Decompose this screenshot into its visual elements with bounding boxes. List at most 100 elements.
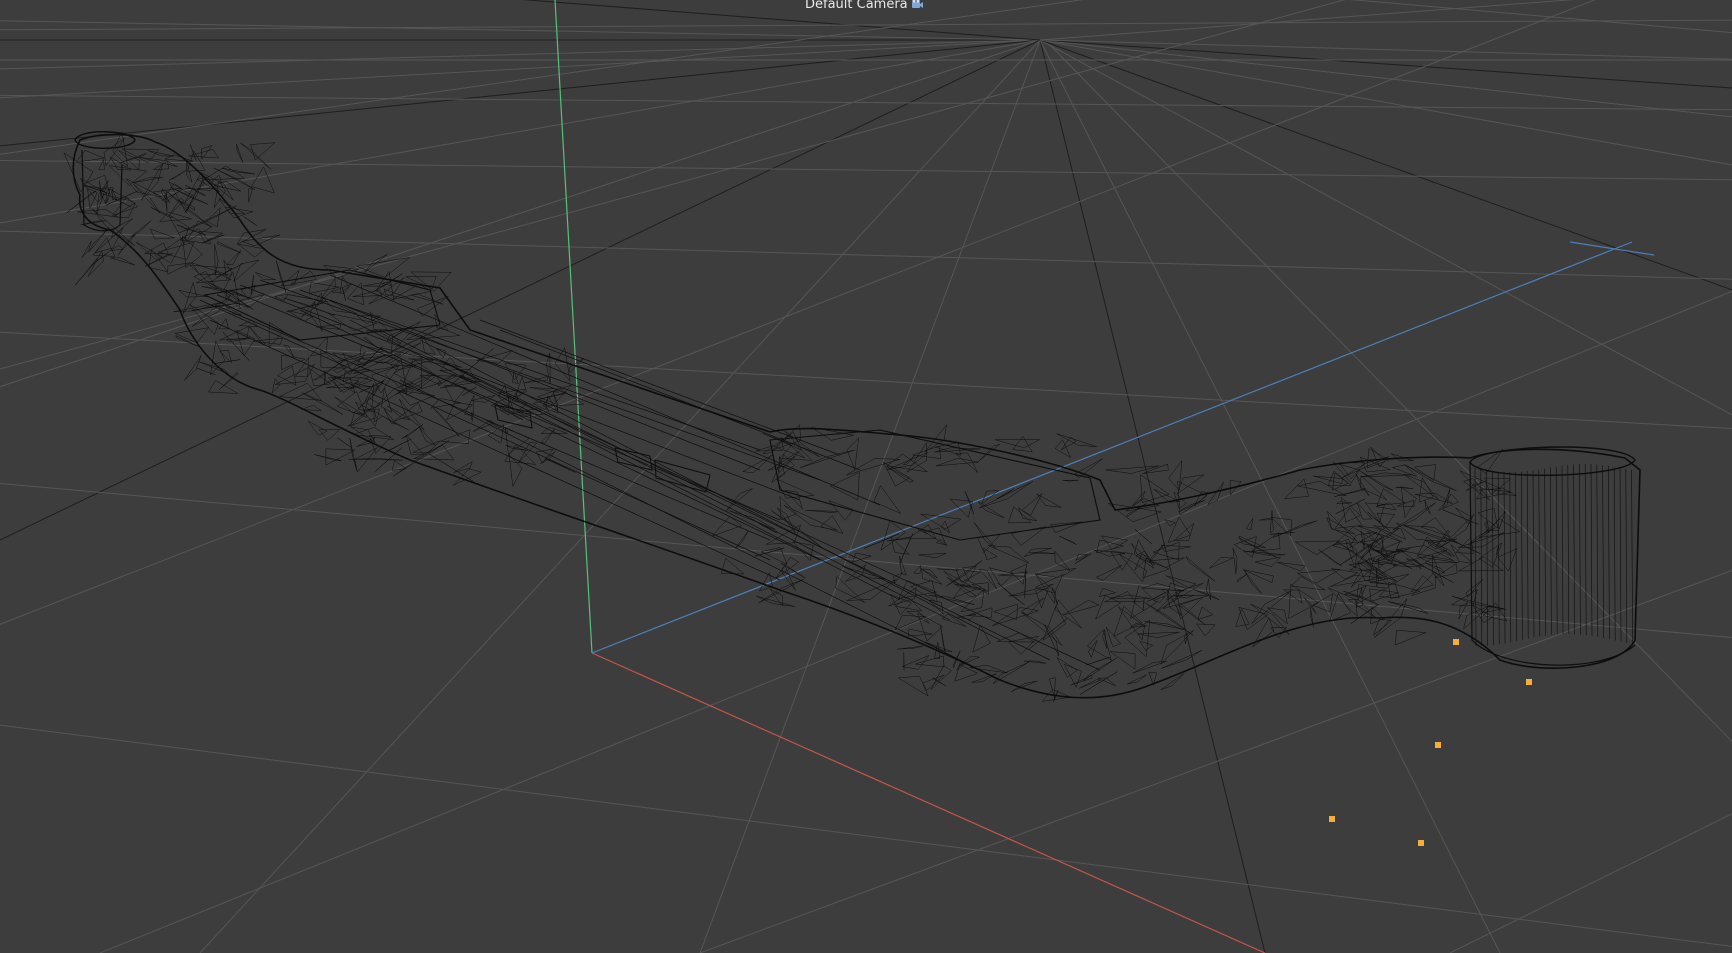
mesh-triangle (1497, 548, 1518, 572)
point-handle[interactable] (1526, 679, 1532, 685)
mesh-triangle (1336, 541, 1387, 577)
mesh-triangle (339, 275, 349, 294)
point-handle[interactable] (1418, 840, 1424, 846)
cylinder-edge (1625, 468, 1628, 643)
mesh-edge (209, 319, 781, 581)
viewport-scene[interactable] (0, 0, 1732, 953)
3d-viewport[interactable]: Default Camera (0, 0, 1732, 953)
camera-selector[interactable]: Default Camera (805, 0, 924, 13)
mesh-edge (439, 359, 1051, 661)
mesh-triangle (1161, 649, 1203, 669)
mesh-triangle (147, 150, 175, 157)
mesh-triangle (1086, 629, 1112, 661)
mesh-triangle (251, 166, 275, 194)
mesh-triangle (1056, 656, 1078, 678)
mesh-triangle (1008, 506, 1032, 524)
point-handle[interactable] (1329, 816, 1335, 822)
mesh-triangle (820, 515, 844, 535)
mesh-triangle (255, 272, 276, 281)
mesh-edge (399, 379, 1001, 681)
mesh-triangle (1173, 522, 1195, 541)
mesh-triangle (1269, 510, 1274, 534)
mesh-triangle (90, 251, 109, 267)
mesh-triangle (921, 568, 943, 585)
mesh-triangle (236, 143, 244, 163)
grid-line (1039, 39, 1732, 416)
grid-line (1049, 44, 1732, 743)
mesh-edge (299, 309, 821, 561)
mesh-triangle (1165, 575, 1197, 588)
point-handle[interactable] (1453, 639, 1459, 645)
mesh-triangle (1132, 661, 1167, 674)
mesh-triangle (1082, 657, 1117, 682)
x-axis-line (591, 652, 1266, 953)
mesh-triangle (1412, 559, 1454, 583)
mesh-triangle (75, 150, 106, 163)
mesh-triangle (758, 571, 773, 592)
mesh-silhouette (72, 133, 1641, 699)
grid-line (0, 39, 1041, 70)
mesh-triangle (1471, 604, 1494, 624)
mesh-triangle (221, 167, 255, 175)
mesh-triangle (219, 350, 233, 364)
mesh-triangle (130, 220, 152, 237)
mesh-triangle (886, 453, 928, 473)
mesh-triangle (1196, 623, 1216, 637)
cylinder-edge (1584, 464, 1587, 636)
mesh-triangle (1334, 507, 1363, 529)
grid-line (1039, 39, 1732, 89)
mesh-triangle (1238, 537, 1279, 559)
mesh-triangle (846, 437, 860, 470)
mesh-triangle (992, 607, 1039, 626)
mesh-triangle (214, 359, 241, 364)
mesh-edge (229, 289, 781, 521)
mesh-triangle (982, 547, 998, 561)
mesh-triangle (87, 188, 98, 210)
mesh-triangle (997, 582, 1025, 606)
mesh-triangle (352, 289, 382, 298)
mesh-triangle (1317, 548, 1342, 567)
mesh-triangle (846, 458, 900, 476)
mesh-triangle (1017, 507, 1038, 522)
mesh-triangle (383, 408, 397, 425)
cylinder-edge (1631, 469, 1633, 644)
mesh-triangle (1296, 569, 1341, 584)
mesh-triangle (792, 541, 814, 561)
cylinder-edge (1602, 465, 1604, 639)
mesh-triangle (907, 628, 933, 637)
mesh-triangle (805, 509, 838, 514)
mesh-triangle (368, 277, 405, 305)
mesh-triangle (419, 427, 436, 446)
grid-line (0, 94, 1732, 111)
mesh-triangle (250, 142, 276, 161)
camera-name: Default Camera (805, 0, 908, 12)
wireframe-mesh[interactable] (63, 130, 1641, 703)
mesh-triangle (1283, 478, 1310, 500)
mesh-triangle (353, 427, 394, 440)
mesh-triangle (1051, 587, 1059, 606)
mesh-triangle (1336, 501, 1353, 505)
mesh-triangle (167, 213, 189, 245)
mesh-triangle (1044, 624, 1060, 657)
mesh-triangle (1232, 547, 1238, 574)
mesh-triangle (1356, 502, 1373, 520)
mesh-triangle (271, 378, 281, 394)
mesh-triangle (218, 198, 245, 214)
mesh-triangle (971, 673, 997, 683)
mesh-triangle (143, 242, 169, 255)
point-handle[interactable] (1435, 742, 1441, 748)
mesh-triangle (1369, 573, 1410, 586)
mesh-triangle (1272, 520, 1318, 538)
mesh-triangle (1168, 459, 1183, 491)
cylinder-edge (1509, 471, 1512, 643)
mesh-triangle (405, 435, 425, 455)
mesh-triangle (893, 572, 904, 584)
mesh-triangle (1010, 526, 1047, 546)
mesh-triangle (87, 249, 104, 277)
mesh-triangle (959, 655, 981, 666)
mesh-triangle (277, 365, 297, 386)
mesh-triangle (1095, 564, 1123, 581)
mesh-triangle (348, 458, 403, 461)
mesh-triangle (218, 317, 229, 330)
floor-grid (0, 0, 1732, 953)
